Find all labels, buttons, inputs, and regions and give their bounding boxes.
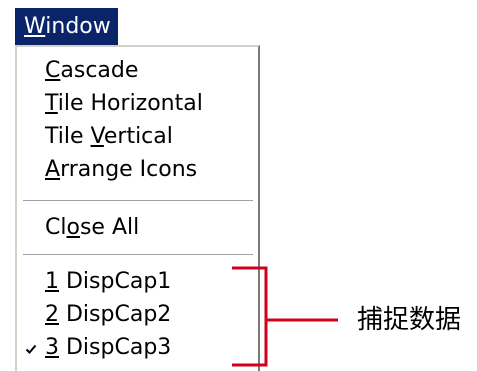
screenshot-stage: Window Cascade Tile Horizontal Tile Vert… — [0, 0, 477, 371]
capture-data-label: 捕捉数据 — [357, 305, 462, 335]
bracket-shape — [232, 266, 268, 367]
